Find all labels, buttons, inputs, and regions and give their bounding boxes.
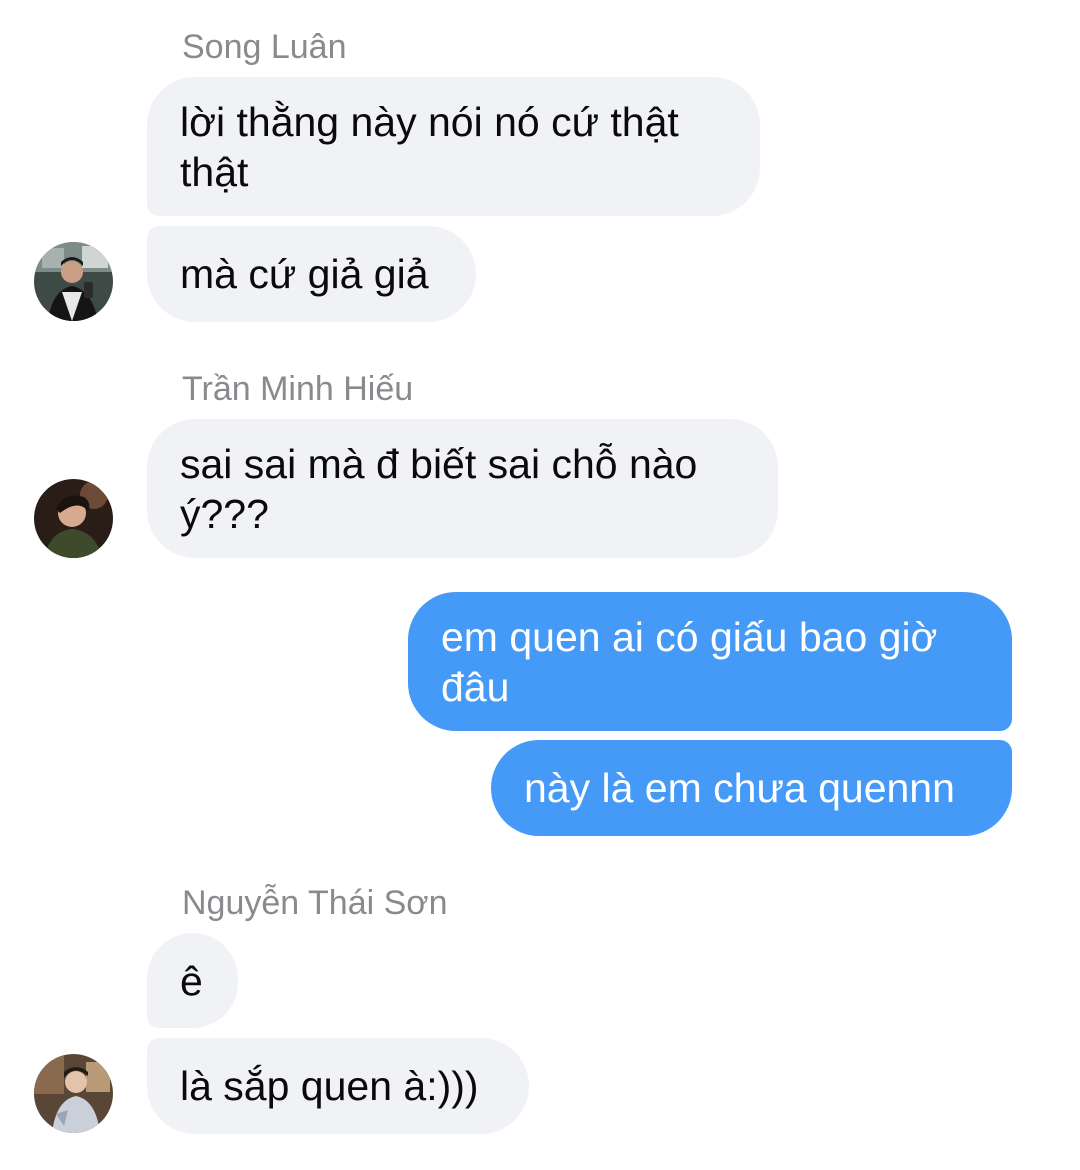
- message-line: ý???: [180, 490, 269, 537]
- sender-name: Nguyễn Thái Sơn: [182, 884, 448, 922]
- incoming-message-bubble[interactable]: ê: [147, 933, 238, 1028]
- outgoing-message-bubble[interactable]: này là em chưa quennn: [491, 740, 1012, 836]
- message-line: lời thằng này nói nó cứ thật: [180, 98, 679, 145]
- avatar[interactable]: [34, 242, 113, 321]
- message-line: sai sai mà đ biết sai chỗ nào: [180, 440, 698, 487]
- outgoing-message-bubble[interactable]: em quen ai có giấu bao giờ đâu: [408, 592, 1012, 731]
- incoming-message-bubble[interactable]: mà cứ giả giả: [147, 226, 476, 322]
- message-text: này là em chưa quennn: [524, 765, 955, 811]
- sender-name: Trần Minh Hiếu: [182, 370, 414, 408]
- sender-name: Song Luân: [182, 28, 347, 66]
- avatar[interactable]: [34, 479, 113, 558]
- message-text: ê: [180, 957, 203, 1004]
- message-line: đâu: [441, 663, 510, 710]
- incoming-message-bubble[interactable]: lời thằng này nói nó cứ thật thật: [147, 77, 760, 216]
- incoming-message-bubble[interactable]: sai sai mà đ biết sai chỗ nào ý???: [147, 419, 778, 558]
- message-line: thật: [180, 148, 249, 195]
- message-text: là sắp quen à:))): [180, 1063, 479, 1109]
- person-avatar-icon: [34, 479, 113, 558]
- avatar[interactable]: [34, 1054, 113, 1133]
- incoming-message-bubble[interactable]: là sắp quen à:))): [147, 1038, 529, 1134]
- person-avatar-icon: [34, 1054, 113, 1133]
- message-text: mà cứ giả giả: [180, 251, 429, 297]
- message-line: em quen ai có giấu bao giờ: [441, 613, 938, 660]
- person-avatar-icon: [34, 242, 113, 321]
